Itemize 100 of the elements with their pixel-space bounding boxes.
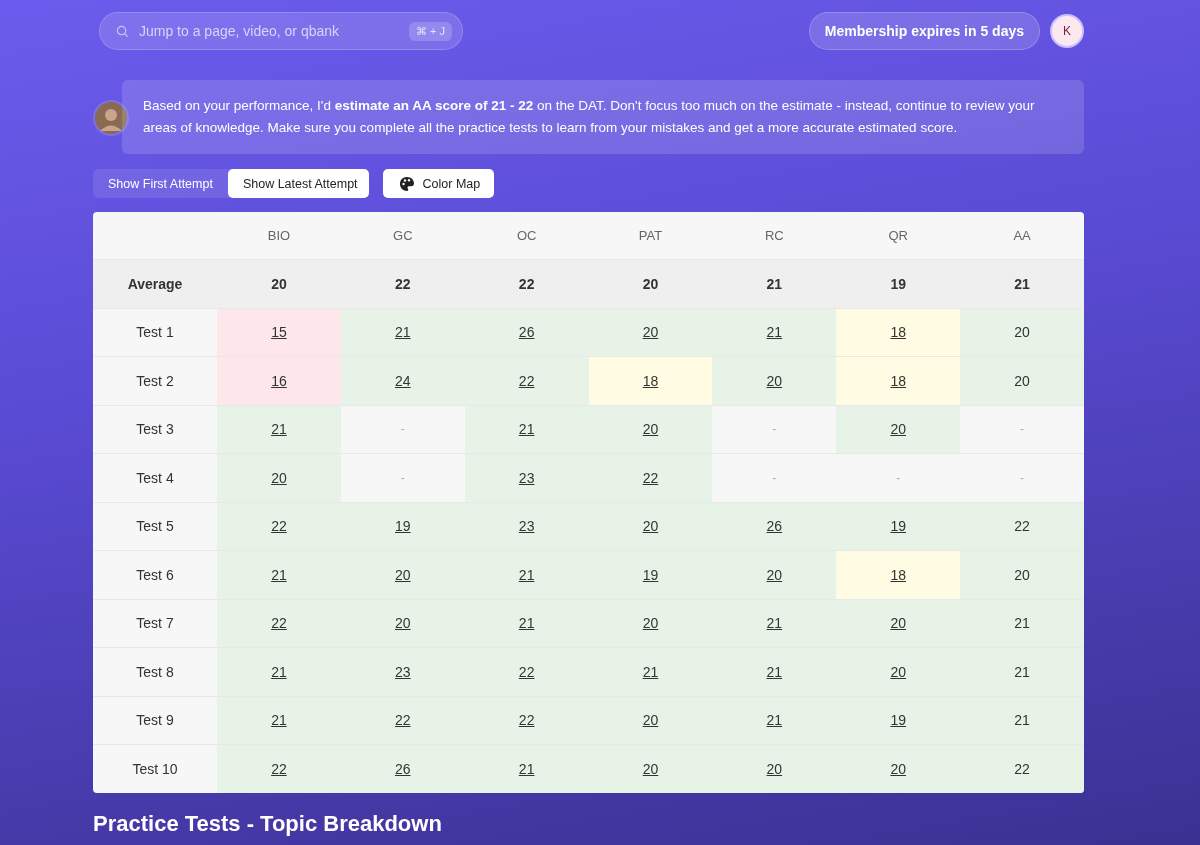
search-icon (116, 24, 129, 38)
score-link[interactable]: 21 (518, 615, 535, 632)
row-label: Test 8 (136, 663, 174, 680)
column-header: RC (764, 228, 784, 243)
score-value: - (772, 422, 777, 437)
score-link[interactable]: 15 (271, 324, 287, 341)
score-value: 20 (1014, 566, 1030, 583)
average-score: 22 (518, 275, 535, 292)
avatar-icon (93, 100, 129, 136)
score-link[interactable]: 18 (890, 566, 906, 583)
score-link[interactable]: 22 (271, 760, 287, 777)
score-link[interactable]: 21 (518, 760, 535, 777)
score-link[interactable]: 19 (642, 566, 659, 583)
score-link[interactable]: 20 (395, 566, 411, 583)
score-link[interactable]: 21 (271, 663, 287, 680)
score-link[interactable]: 22 (642, 469, 659, 486)
score-link[interactable]: 21 (395, 324, 411, 341)
score-value: 20 (1014, 372, 1030, 389)
average-score: 21 (1014, 275, 1030, 292)
score-link[interactable]: 20 (642, 518, 659, 535)
score-link[interactable]: 26 (518, 324, 535, 341)
score-link[interactable]: 20 (766, 372, 783, 389)
score-link[interactable]: 20 (642, 615, 659, 632)
score-link[interactable]: 22 (271, 615, 287, 632)
row-label: Test 3 (136, 421, 174, 438)
score-link[interactable]: 20 (766, 566, 783, 583)
score-link[interactable]: 23 (518, 518, 535, 535)
score-link[interactable]: 21 (642, 663, 659, 680)
average-score: 19 (890, 275, 906, 292)
score-link[interactable]: 22 (518, 663, 535, 680)
row-label: Test 5 (136, 518, 174, 535)
score-value: - (400, 470, 405, 485)
score-link[interactable]: 21 (271, 566, 287, 583)
column-header: QR (888, 228, 908, 243)
score-link[interactable]: 20 (890, 663, 906, 680)
score-link[interactable]: 24 (395, 372, 411, 389)
row-label: Test 4 (136, 469, 174, 486)
score-value: 21 (1014, 712, 1030, 729)
score-link[interactable]: 21 (518, 421, 535, 438)
score-link[interactable]: 23 (518, 469, 535, 486)
score-link[interactable]: 20 (271, 469, 287, 486)
column-header: PAT (638, 228, 663, 243)
score-link[interactable]: 19 (890, 712, 906, 729)
score-link[interactable]: 21 (518, 566, 535, 583)
shortcut-hint: ⌘ + J (408, 21, 452, 41)
score-link[interactable]: 22 (518, 372, 535, 389)
score-link[interactable]: 21 (766, 615, 783, 632)
score-link[interactable]: 22 (271, 518, 287, 535)
score-value: - (896, 470, 901, 485)
column-header: GC (393, 228, 413, 243)
score-link[interactable]: 22 (518, 712, 535, 729)
color-map-button[interactable]: Color Map (382, 169, 495, 198)
score-link[interactable]: 20 (395, 615, 411, 632)
average-score: 20 (271, 275, 287, 292)
score-link[interactable]: 19 (890, 518, 906, 535)
score-value: - (1020, 422, 1025, 437)
average-score: 20 (642, 275, 659, 292)
score-link[interactable]: 16 (271, 372, 287, 389)
score-link[interactable]: 20 (642, 712, 659, 729)
row-label: Test 10 (132, 760, 178, 777)
column-header: OC (516, 228, 537, 243)
palette-icon (398, 175, 415, 192)
score-value: 22 (1014, 518, 1030, 535)
score-link[interactable]: 21 (766, 712, 783, 729)
search-field[interactable]: Jump to a page, video, or qbank (137, 22, 401, 40)
score-link[interactable]: 22 (395, 712, 411, 729)
membership-button[interactable]: Membership expires in 5 days (808, 12, 1040, 50)
row-label: Test 9 (136, 712, 174, 729)
section-title: Practice Tests - Topic Breakdown (93, 810, 443, 837)
average-score: 22 (395, 275, 411, 292)
score-value: - (1020, 470, 1025, 485)
score-link[interactable]: 20 (642, 421, 659, 438)
score-value: 20 (1014, 324, 1030, 341)
score-link[interactable]: 20 (766, 760, 783, 777)
score-value: - (772, 470, 777, 485)
score-link[interactable]: 21 (766, 324, 783, 341)
score-link[interactable]: 20 (642, 760, 659, 777)
score-value: 21 (1014, 663, 1030, 680)
score-link[interactable]: 21 (766, 663, 783, 680)
score-link[interactable]: 21 (271, 712, 287, 729)
score-value: 22 (1014, 760, 1030, 777)
score-link[interactable]: 26 (395, 760, 411, 777)
score-value: 21 (1014, 615, 1030, 632)
score-link[interactable]: 18 (642, 372, 659, 389)
score-link[interactable]: 19 (395, 518, 411, 535)
score-link[interactable]: 23 (395, 663, 411, 680)
avatar-button[interactable]: K (1050, 14, 1084, 48)
attempt-tab[interactable]: Show First Attempt (93, 169, 224, 198)
score-link[interactable]: 26 (766, 518, 783, 535)
score-link[interactable]: 20 (890, 760, 906, 777)
attempt-tab[interactable]: Show Latest Attempt (227, 169, 369, 198)
score-link[interactable]: 20 (890, 615, 906, 632)
score-link[interactable]: 20 (642, 324, 659, 341)
score-link[interactable]: 18 (890, 372, 906, 389)
score-link[interactable]: 21 (271, 421, 287, 438)
score-value: - (400, 422, 405, 437)
score-link[interactable]: 18 (890, 324, 906, 341)
estimate-message: Based on your performance, I'd estimate an AA score of 21 - 22 on the DAT. Don't focus too much on the estimate - instead, continue to review your areas of knowledge. Make sure you complete all the practice tests to learn from your mistakes and get a more accurate estimated score. (122, 80, 1084, 154)
column-header: BIO (267, 228, 291, 243)
score-link[interactable]: 20 (890, 421, 906, 438)
